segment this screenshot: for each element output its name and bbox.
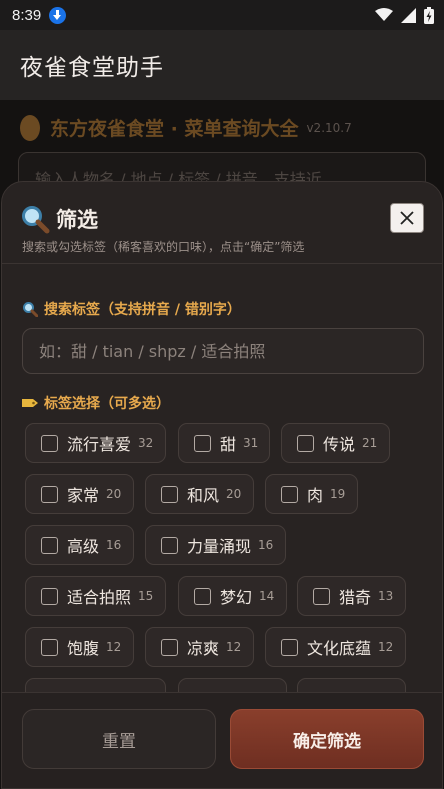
- sheet-subtitle: 搜索或勾选标签（稀客喜欢的口味），点击“确定”筛选: [22, 240, 305, 254]
- tag-section-text: 标签选择（可多选）: [44, 396, 170, 412]
- tag-count: 12: [378, 640, 394, 654]
- tag-name: 凉爽: [187, 639, 220, 658]
- close-icon: [400, 211, 414, 225]
- background-title: 东方夜雀食堂 · 菜单查询大全: [50, 118, 299, 140]
- tag-search-input[interactable]: [22, 328, 424, 374]
- filter-sheet: 筛选 搜索或勾选标签（稀客喜欢的口味），点击“确定”筛选 搜索标签（支持拼音 /…: [1, 181, 443, 789]
- status-icons: [375, 6, 434, 24]
- tag-checkbox[interactable]: [313, 587, 330, 605]
- signal-icon: [401, 7, 416, 23]
- tag-checkbox[interactable]: [297, 434, 314, 452]
- close-button[interactable]: [390, 203, 424, 233]
- tag-count: 16: [106, 538, 122, 552]
- tag-chip[interactable]: 和风 20: [145, 474, 254, 514]
- tag-section-label: 标签选择（可多选）: [22, 393, 170, 413]
- tag-chip[interactable]: 流行喜爱 32: [25, 423, 166, 463]
- tag-name: 家常: [67, 486, 100, 505]
- tag-checkbox[interactable]: [41, 638, 58, 656]
- status-time: 8:39: [12, 6, 42, 24]
- tag-grid: 流行喜爱 32 甜 31 传说 21 家常 20 和风 20 肉 19 高级 16 力量涌现 1…: [25, 423, 425, 695]
- version-label: v2.10.7: [306, 120, 352, 135]
- tag-chip[interactable]: 传说 21: [281, 423, 390, 463]
- tag-checkbox[interactable]: [41, 485, 58, 503]
- tag-checkbox[interactable]: [41, 587, 58, 605]
- tag-count: 12: [226, 640, 242, 654]
- tag-chip[interactable]: 适合拍照 15: [25, 576, 166, 616]
- magnifier-icon: [23, 302, 38, 317]
- tag-checkbox[interactable]: [281, 638, 298, 656]
- tag-name: 传说: [323, 435, 356, 454]
- app-bar: 夜雀食堂助手: [0, 30, 444, 100]
- sheet-header: 筛选 搜索或勾选标签（稀客喜欢的口味），点击“确定”筛选: [2, 182, 442, 264]
- tag-name: 力量涌现: [187, 537, 252, 556]
- tag-checkbox[interactable]: [161, 638, 178, 656]
- tag-name: 文化底蕴: [307, 639, 372, 658]
- tag-chip[interactable]: 凉爽 12: [145, 627, 254, 667]
- tag-chip[interactable]: 甜 31: [178, 423, 270, 463]
- tag-icon: [22, 399, 38, 407]
- tag-count: 20: [106, 487, 122, 501]
- tag-count: 19: [330, 487, 346, 501]
- tag-checkbox[interactable]: [41, 434, 58, 452]
- tag-count: 16: [258, 538, 274, 552]
- tag-name: 甜: [220, 435, 237, 454]
- background-header: 东方夜雀食堂 · 菜单查询大全 v2.10.7: [20, 114, 352, 141]
- confirm-filter-button[interactable]: 确定筛选: [230, 709, 424, 769]
- app-title: 夜雀食堂助手: [20, 55, 164, 81]
- tag-count: 13: [378, 589, 394, 603]
- tag-chip[interactable]: 文化底蕴 12: [265, 627, 406, 667]
- tag-count: 12: [106, 640, 122, 654]
- tag-checkbox[interactable]: [161, 536, 178, 554]
- tag-chip[interactable]: 猎奇 13: [297, 576, 406, 616]
- tag-chip[interactable]: 梦幻 14: [178, 576, 287, 616]
- tag-name: 猎奇: [339, 588, 372, 607]
- tag-name: 流行喜爱: [67, 435, 132, 454]
- tag-count: 21: [362, 436, 378, 450]
- magnifier-icon: [22, 206, 50, 234]
- tag-checkbox[interactable]: [41, 536, 58, 554]
- tag-count: 14: [259, 589, 275, 603]
- tag-chip[interactable]: 饱腹 12: [25, 627, 134, 667]
- tag-chip[interactable]: 肉 19: [265, 474, 358, 514]
- tag-checkbox[interactable]: [281, 485, 298, 503]
- tag-name: 梦幻: [220, 588, 253, 607]
- tag-name: 肉: [307, 486, 324, 505]
- tag-name: 和风: [187, 486, 220, 505]
- search-section-text: 搜索标签（支持拼音 / 错别字）: [44, 302, 241, 318]
- status-bar: 8:39: [0, 0, 444, 30]
- tag-count: 31: [243, 436, 259, 450]
- tag-name: 饱腹: [67, 639, 100, 658]
- sheet-footer: 重置 确定筛选: [2, 692, 442, 788]
- tag-name: 高级: [67, 537, 100, 556]
- tag-chip[interactable]: 高级 16: [25, 525, 134, 565]
- download-icon: [49, 6, 67, 24]
- reset-button[interactable]: 重置: [22, 709, 216, 769]
- wifi-icon: [375, 8, 393, 21]
- tag-count: 20: [226, 487, 242, 501]
- tag-name: 适合拍照: [67, 588, 132, 607]
- tag-checkbox[interactable]: [194, 587, 211, 605]
- tag-chip[interactable]: 家常 20: [25, 474, 134, 514]
- tag-chip[interactable]: 力量涌现 16: [145, 525, 286, 565]
- search-section-label: 搜索标签（支持拼音 / 错别字）: [22, 299, 241, 319]
- battery-icon: [424, 6, 434, 24]
- tag-checkbox[interactable]: [194, 434, 211, 452]
- tag-count: 32: [138, 436, 154, 450]
- logo-icon: [20, 114, 40, 141]
- tag-count: 15: [138, 589, 154, 603]
- tag-checkbox[interactable]: [161, 485, 178, 503]
- sheet-title: 筛选: [56, 208, 98, 232]
